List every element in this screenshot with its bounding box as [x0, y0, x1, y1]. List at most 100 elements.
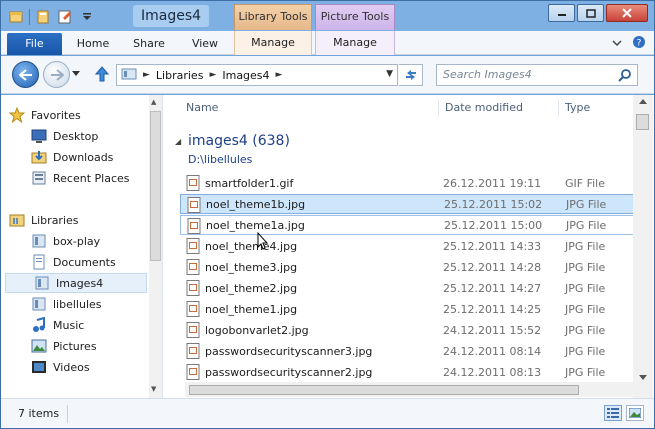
scroll-up-icon[interactable]: ▲: [151, 98, 156, 106]
minimize-button[interactable]: [548, 4, 575, 22]
file-date: 25.12.2011 15:02: [444, 197, 543, 211]
file-date: 25.12.2011 14:25: [443, 302, 542, 316]
search-icon[interactable]: [618, 68, 632, 89]
address-bar[interactable]: ► Libraries ► Images4 ► ▼: [116, 64, 398, 86]
file-row[interactable]: noel_theme1b.jpg 25.12.2011 15:02 JPG File: [180, 194, 635, 214]
file-list-pane: Name Date modified Type ◢ images4 (638) …: [164, 95, 654, 398]
window-controls: [548, 4, 648, 22]
file-row[interactable]: noel_theme2.jpg 25.12.2011 14:27 JPG File: [180, 278, 635, 298]
customize-toolbar-icon[interactable]: [78, 8, 96, 26]
desktop-icon: [31, 128, 47, 144]
nav-item-label: Desktop: [53, 129, 99, 143]
large-icons-view-button[interactable]: [626, 405, 644, 421]
breadcrumb-images4[interactable]: Images4: [222, 69, 269, 82]
quick-access-toolbar: [7, 7, 96, 27]
nav-libraries[interactable]: Libraries: [9, 210, 79, 230]
nav-item-desktop[interactable]: Desktop: [31, 126, 98, 146]
collapse-group-icon[interactable]: ◢: [175, 137, 181, 146]
file-date: 25.12.2011 14:33: [443, 239, 542, 253]
group-location-link[interactable]: D:\libellules: [188, 153, 252, 166]
search-input[interactable]: Search Images4: [436, 64, 638, 86]
expand-ribbon-icon[interactable]: [612, 37, 622, 50]
tab-manage-picture[interactable]: Manage: [315, 31, 395, 55]
file-row[interactable]: logobonvarlet2.jpg 24.12.2011 15:52 JPG Fi…: [180, 320, 635, 340]
chevron-right-icon[interactable]: ►: [209, 70, 216, 80]
properties-icon[interactable]: [34, 8, 52, 26]
tab-view[interactable]: View: [185, 33, 225, 55]
file-name: noel_theme3.jpg: [205, 260, 298, 274]
library-tools-header: Library Tools: [234, 4, 312, 30]
nav-item-label: Videos: [53, 360, 90, 374]
nav-item-downloads[interactable]: Downloads: [31, 147, 113, 167]
scrollbar-thumb[interactable]: [636, 114, 649, 130]
nav-favorites-label: Favorites: [31, 108, 81, 122]
scrollbar-thumb[interactable]: [150, 111, 161, 261]
tab-share[interactable]: Share: [129, 33, 169, 55]
help-icon[interactable]: ?: [632, 35, 646, 52]
file-type: JPG File: [565, 281, 606, 295]
scrollbar-thumb[interactable]: [189, 385, 579, 395]
tab-file[interactable]: File: [7, 33, 62, 55]
new-folder-icon[interactable]: [56, 8, 74, 26]
image-file-icon: [186, 322, 200, 338]
nav-item-music[interactable]: Music: [31, 315, 84, 335]
file-type: JPG File: [566, 218, 607, 232]
file-row[interactable]: passwordsecurityscanner3.jpg 24.12.2011 0…: [180, 341, 635, 361]
image-file-icon: [186, 343, 200, 359]
maximize-button[interactable]: [577, 4, 604, 22]
close-button[interactable]: [606, 4, 648, 22]
column-divider[interactable]: [558, 99, 559, 117]
tab-manage-library[interactable]: Manage: [234, 31, 312, 55]
column-header-date[interactable]: Date modified: [445, 95, 523, 121]
image-file-icon: [186, 301, 200, 317]
chevron-right-icon[interactable]: ►: [276, 70, 283, 80]
file-row[interactable]: noel_theme4.jpg 25.12.2011 14:33 JPG File: [180, 236, 635, 256]
file-row[interactable]: noel_theme1.jpg 25.12.2011 14:25 JPG File: [180, 299, 635, 319]
back-button[interactable]: [12, 61, 39, 88]
nav-item-pictures[interactable]: Pictures: [31, 336, 97, 356]
file-name: noel_theme4.jpg: [205, 239, 298, 253]
details-view-icon: [607, 408, 619, 418]
file-date: 26.12.2011 19:11: [443, 176, 542, 190]
svg-text:?: ?: [637, 39, 642, 49]
recent-locations-button[interactable]: [71, 69, 81, 79]
library-folder-icon: [31, 233, 47, 249]
search-placeholder: Search Images4: [443, 68, 532, 81]
scroll-down-icon[interactable]: ▼: [151, 385, 156, 393]
mouse-cursor-icon: [257, 231, 268, 250]
chevron-right-icon[interactable]: ►: [143, 70, 150, 80]
up-button[interactable]: [93, 65, 111, 83]
address-dropdown-icon[interactable]: ▼: [386, 69, 393, 79]
scroll-up-icon[interactable]: [639, 99, 647, 105]
refresh-button[interactable]: [399, 64, 423, 86]
file-row[interactable]: noel_theme1a.jpg 25.12.2011 15:00 JPG File: [180, 215, 635, 235]
file-date: 24.12.2011 08:13: [443, 365, 542, 379]
column-divider[interactable]: [438, 99, 439, 117]
vertical-scrollbar[interactable]: [633, 95, 653, 398]
nav-item-documents[interactable]: Documents: [31, 252, 116, 272]
forward-button[interactable]: [43, 61, 70, 88]
scroll-down-icon[interactable]: [639, 375, 647, 381]
group-header[interactable]: images4 (638): [188, 133, 290, 149]
tab-home[interactable]: Home: [73, 33, 113, 55]
nav-item-videos[interactable]: Videos: [31, 357, 90, 377]
file-row[interactable]: noel_theme3.jpg 25.12.2011 14:28 JPG File: [180, 257, 635, 277]
library-icon: [121, 66, 137, 85]
system-menu-icon[interactable]: [7, 8, 25, 26]
nav-item-recent-places[interactable]: Recent Places: [31, 168, 130, 188]
column-header-name[interactable]: Name: [186, 95, 218, 121]
nav-pane-scrollbar[interactable]: ▲ ▼: [149, 95, 162, 398]
nav-item-images4[interactable]: Images4: [5, 273, 147, 293]
file-row[interactable]: smartfolder1.gif 26.12.2011 19:11 GIF File: [180, 173, 635, 193]
details-view-button[interactable]: [604, 405, 622, 421]
file-row[interactable]: passwordsecurityscanner2.jpg 24.12.2011 0…: [180, 362, 635, 382]
image-file-icon: [186, 238, 200, 254]
nav-favorites[interactable]: Favorites: [9, 105, 81, 125]
navigation-pane: Favorites Desktop Downloads Recent Place…: [1, 95, 163, 398]
nav-item-box-play[interactable]: box-play: [31, 231, 100, 251]
horizontal-scrollbar[interactable]: [185, 382, 633, 397]
nav-item-libellules[interactable]: libellules: [31, 294, 102, 314]
image-file-icon: [186, 259, 200, 275]
column-header-type[interactable]: Type: [565, 95, 590, 121]
breadcrumb-libraries[interactable]: Libraries: [156, 69, 204, 82]
